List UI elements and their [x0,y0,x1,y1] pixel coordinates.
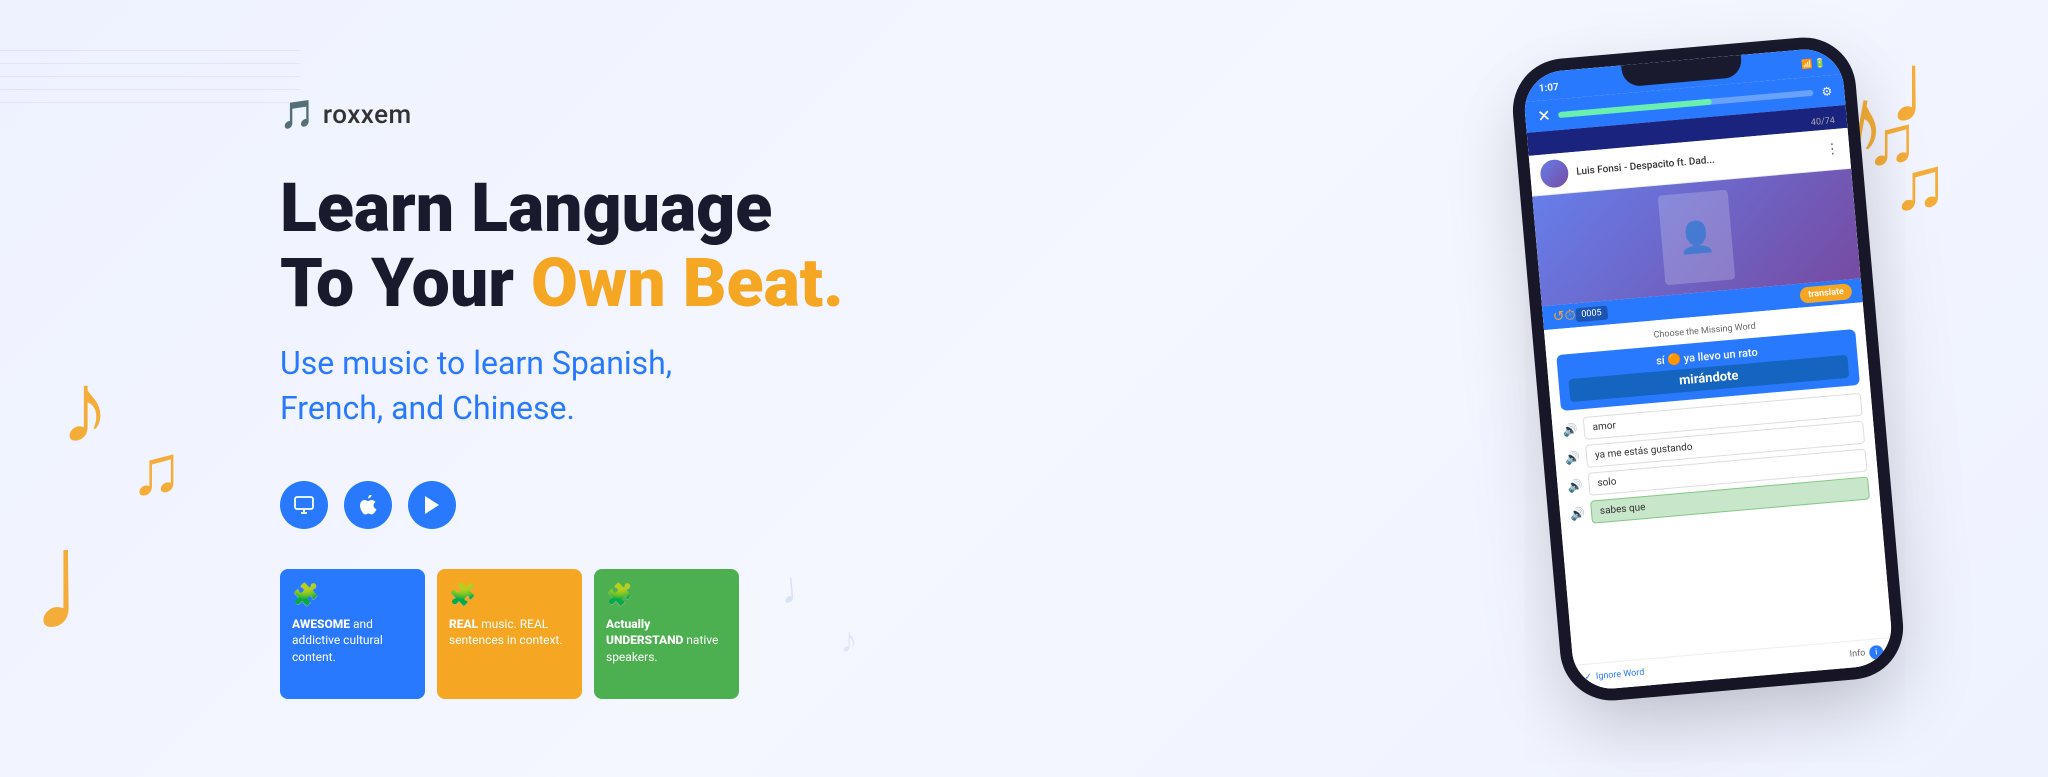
toggle-icons: ⚙ [1821,83,1833,98]
card-awesome-icon: 🧩 [292,583,319,608]
left-section: 🎵 roxxem Learn Language To Your Own Beat… [60,78,1428,698]
logo-text: roxxem [323,100,412,130]
subtitle-line2: French, and Chinese. [280,389,575,427]
status-icons: 📶 🔋 [1801,58,1826,70]
play-platform-icon[interactable] [408,481,456,529]
headline-line1: Learn Language [280,168,772,248]
card-real-text: REAL music. REAL sentences in context. [449,616,570,650]
logo: 🎵 roxxem [280,98,1428,131]
logo-icon: 🎵 [280,98,315,131]
platform-icons [280,481,1428,529]
answer-icon-2[interactable]: 🔊 [1565,450,1581,465]
card-real-icon: 🧩 [449,583,476,608]
song-avatar [1539,158,1569,188]
feature-card-awesome: 🧩 AWESOME and addictive cultural content… [280,569,425,699]
close-icon[interactable]: ✕ [1537,105,1552,125]
right-section: 1:07 📶 🔋 ✕ ⚙ [1428,99,1988,679]
answer-icon-1[interactable]: 🔊 [1562,422,1578,437]
song-menu-icon[interactable]: ⋮ [1825,140,1840,157]
card-awesome-text: AWESOME and addictive cultural content. [292,616,413,666]
feature-card-understand: 🧩 Actually UNDERSTAND native speakers. [594,569,739,699]
card-understand-text: Actually UNDERSTAND native speakers. [606,616,727,666]
phone-frame: 1:07 📶 🔋 ✕ ⚙ [1522,46,1895,692]
headline-highlight: Own Beat. [531,243,844,323]
song-title: Luis Fonsi - Despacito ft. Dad... [1576,154,1715,177]
info-label: Info [1849,648,1865,659]
phone-screen: 1:07 📶 🔋 ✕ ⚙ [1522,46,1895,692]
answer-icon-3[interactable]: 🔊 [1567,477,1583,492]
card-understand-icon: 🧩 [606,583,633,608]
headline-line2-start: To Your [280,243,531,323]
subtitle: Use music to learn Spanish, French, and … [280,341,1428,431]
timer-icon[interactable]: ⏱ [1564,307,1576,324]
apple-platform-icon[interactable] [344,481,392,529]
answer-icon-4[interactable]: 🔊 [1570,505,1586,520]
ignore-word[interactable]: ✓ Ignore Word [1584,667,1645,682]
feature-cards: 🧩 AWESOME and addictive cultural content… [280,569,1428,699]
info-icon: i [1869,644,1884,659]
phone-mockup: 1:07 📶 🔋 ✕ ⚙ [1522,46,1895,692]
subtitle-line1: Use music to learn Spanish, [280,344,672,382]
ignore-word-label: Ignore Word [1596,667,1645,681]
status-time: 1:07 [1538,81,1559,94]
desktop-platform-icon[interactable] [280,481,328,529]
quiz-section: Choose the Missing Word sí 🟠 ya llevo un… [1544,302,1892,665]
check-icon: ✓ [1584,672,1592,683]
page-container: 🎵 roxxem Learn Language To Your Own Beat… [0,0,2048,777]
time-display: 0005 [1575,305,1608,322]
progress-bar-fill [1558,98,1711,117]
translate-button[interactable]: translate [1800,283,1853,303]
answer-options: 🔊 amor 🔊 ya me estás gustando 🔊 solo [1562,392,1870,525]
info-button[interactable]: Info i [1849,644,1884,661]
video-person: 👤 [1658,189,1736,285]
feature-card-real: 🧩 REAL music. REAL sentences in context. [437,569,582,699]
headline: Learn Language To Your Own Beat. [280,171,1428,321]
toggle-switch[interactable]: ⚙ [1821,83,1833,98]
progress-label: 40/74 [1811,116,1836,128]
